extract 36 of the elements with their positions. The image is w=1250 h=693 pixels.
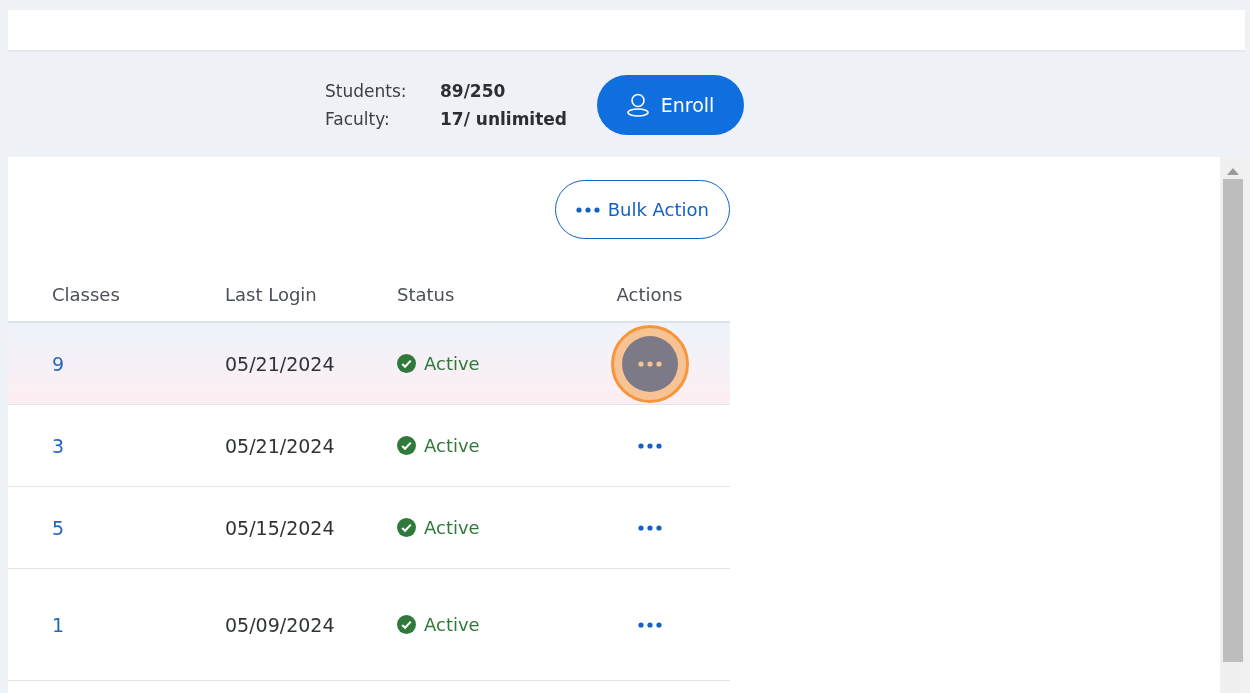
table-cell: 5 — [52, 516, 65, 539]
table-cell: 9 — [52, 352, 65, 375]
status-label: Active — [397, 614, 480, 635]
stat-label: Students: — [325, 80, 408, 101]
more-icon — [575, 206, 600, 213]
enroll-button[interactable]: Enroll — [597, 74, 744, 135]
scroll-up-icon — [1226, 168, 1239, 175]
bulk-action-button[interactable]: Bulk Action — [554, 180, 730, 239]
table-cell: 05/15/2024 — [225, 516, 335, 539]
status-label: Active — [397, 517, 480, 538]
table-cell: 05/09/2024 — [225, 613, 335, 636]
status-label: Active — [397, 353, 480, 374]
more-icon — [637, 442, 662, 449]
stat-label: Faculty: — [325, 108, 391, 129]
table-row[interactable]: 9 05/21/2024 Active — [8, 323, 730, 405]
stat-value: 17/ unlimited — [440, 108, 567, 129]
check-icon — [397, 518, 416, 537]
check-icon — [397, 436, 416, 455]
check-icon — [397, 354, 416, 373]
table-cell: 3 — [52, 434, 65, 457]
column-header: Actions — [615, 282, 684, 307]
stat-value: 89/250 — [440, 80, 507, 101]
column-header: Classes — [51, 282, 121, 307]
more-icon — [637, 524, 662, 531]
scrollbar-thumb[interactable] — [1222, 179, 1243, 662]
table-cell: 05/21/2024 — [225, 434, 335, 457]
table-cell: 05/21/2024 — [225, 352, 335, 375]
table-cell: 1 — [52, 613, 65, 636]
column-header: Status — [397, 282, 456, 307]
more-icon — [637, 360, 662, 367]
status-label: Active — [397, 435, 480, 456]
scrollbar[interactable] — [1220, 157, 1245, 693]
column-header: Last Login — [225, 282, 318, 307]
more-icon — [637, 621, 662, 628]
person-icon — [626, 92, 649, 117]
check-icon — [397, 615, 416, 634]
